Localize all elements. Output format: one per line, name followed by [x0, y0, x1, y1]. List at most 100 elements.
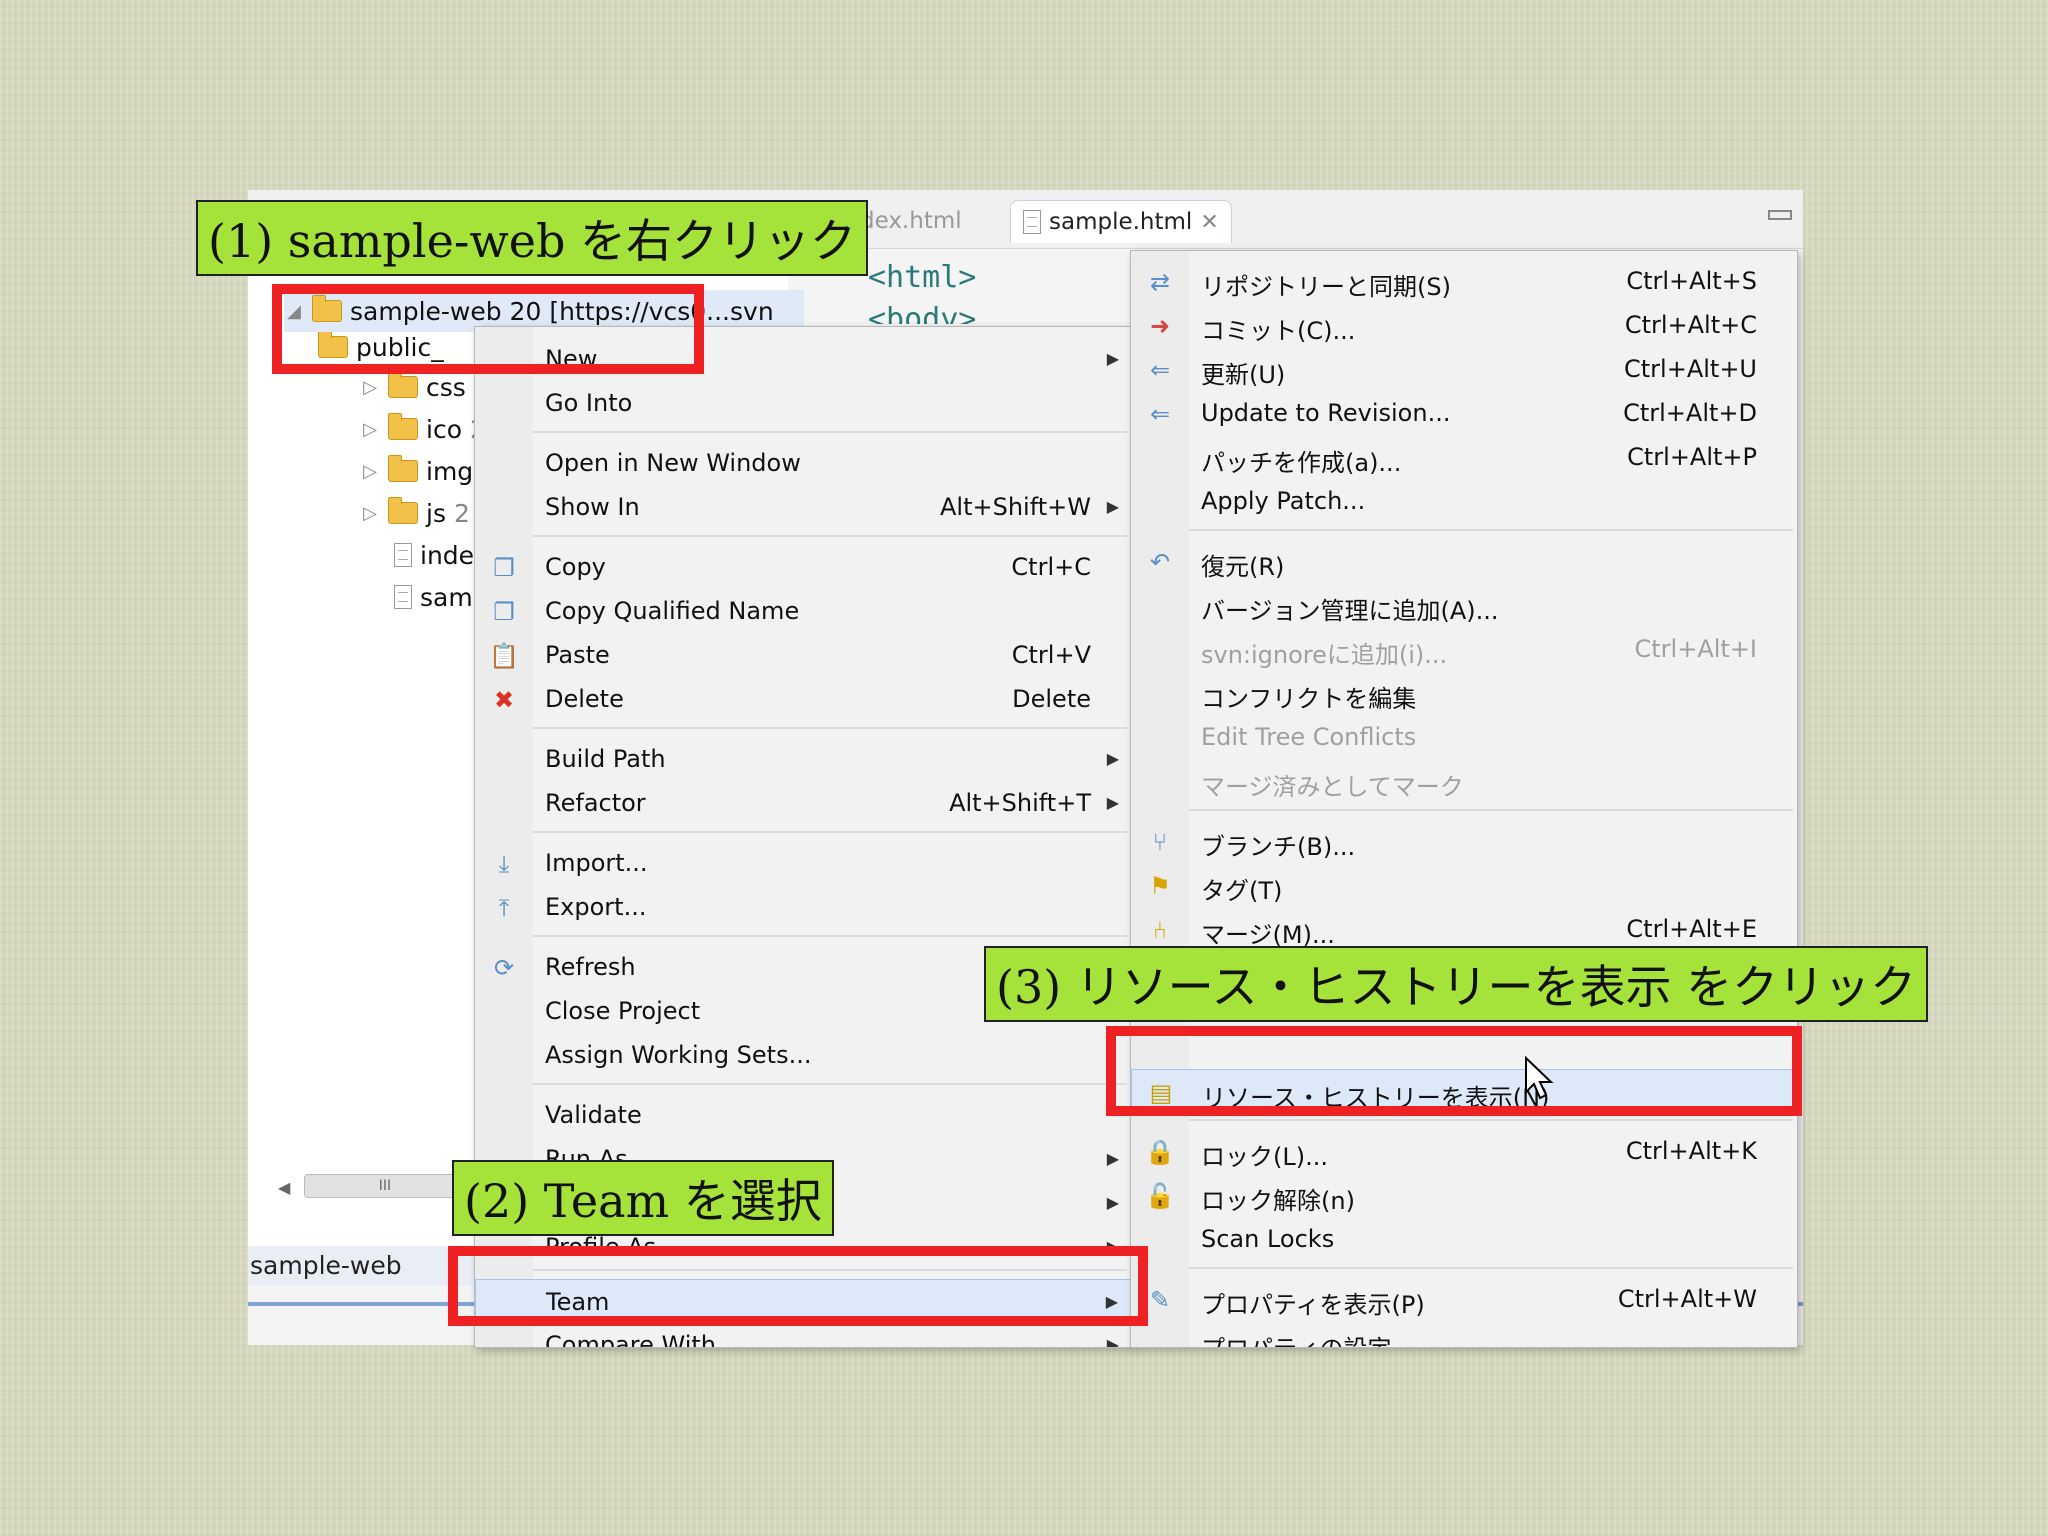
menu-item-open-in-new-window[interactable]: Open in New Window [475, 441, 1131, 485]
menu-item-shortcut: Ctrl+Alt+S [1626, 267, 1757, 295]
menu-item-validate[interactable]: Validate [475, 1093, 1131, 1137]
menu-item-refactor[interactable]: Refactor Alt+Shift+T ▶ [475, 781, 1131, 825]
menu-item-a[interactable]: バージョン管理に追加(A)... [1131, 583, 1797, 627]
tree-item-img[interactable]: ▷ img [360, 450, 473, 492]
callout-step1: (1) sample-web を右クリック [196, 200, 869, 276]
menu-item-delete[interactable]: ✖ Delete Delete [475, 677, 1131, 721]
tree-item-ico[interactable]: ▷ ico 2 [360, 408, 486, 450]
menu-item-assign-working-sets[interactable]: Assign Working Sets... [475, 1033, 1131, 1077]
menu-item-item[interactable]: コンフリクトを編集 [1131, 671, 1797, 715]
menu-item-b[interactable]: ⑂ ブランチ(B)... [1131, 819, 1797, 863]
menu-item-shortcut: Ctrl+Alt+C [1624, 311, 1757, 339]
menu-item-svn-ignore-i: svn:ignoreに追加(i)... Ctrl+Alt+I [1131, 627, 1797, 671]
tab-label: sample.html [1049, 209, 1193, 235]
submenu-arrow-icon: ▶ [1106, 1335, 1119, 1348]
menu-item-label: ブランチ(B)... [1201, 833, 1356, 861]
menu-item-build-path[interactable]: Build Path ▶ [475, 737, 1131, 781]
export-icon: ⤒ [498, 894, 510, 922]
menu-item-copy-qualified-name[interactable]: ❐ Copy Qualified Name [475, 589, 1131, 633]
properties-icon: ✎ [1149, 1286, 1171, 1314]
menu-item-apply-patch[interactable]: Apply Patch... [1131, 479, 1797, 523]
menu-item-p[interactable]: ✎ プロパティを表示(P) Ctrl+Alt+W [1131, 1277, 1797, 1321]
menu-separator [533, 727, 1127, 729]
folder-icon [388, 497, 418, 524]
menu-item-a[interactable]: パッチを作成(a)... Ctrl+Alt+P [1131, 435, 1797, 479]
menu-item-label: パッチを作成(a)... [1201, 449, 1402, 477]
menu-item-scan-locks[interactable]: Scan Locks [1131, 1217, 1797, 1261]
menu-item-c[interactable]: ➜ コミット(C)... Ctrl+Alt+C [1131, 303, 1797, 347]
folder-icon [388, 413, 418, 440]
menu-item-copy[interactable]: ❐ Copy Ctrl+C [475, 545, 1131, 589]
menu-separator [533, 935, 1127, 937]
menu-item-import[interactable]: ⤓ Import... [475, 841, 1131, 885]
menu-item-label: Import... [545, 849, 648, 877]
menu-item-shortcut: Alt+Shift+W [940, 493, 1091, 521]
menu-item-n[interactable]: 🔓 ロック解除(n) [1131, 1173, 1797, 1217]
revision-label: 2 [453, 498, 470, 528]
menu-item-label: Go Into [545, 389, 633, 417]
menu-item-shortcut: Ctrl+C [1011, 553, 1091, 581]
menu-item-label: Open in New Window [545, 449, 801, 477]
collapse-icon[interactable]: ▷ [360, 461, 380, 482]
menu-separator [1189, 1267, 1793, 1269]
menu-item-label: プロパティを表示(P) [1201, 1291, 1425, 1319]
horizontal-scrollbar[interactable]: III [304, 1174, 466, 1198]
menu-item-go-into[interactable]: Go Into [475, 381, 1131, 425]
menu-item-label: コミット(C)... [1201, 317, 1356, 345]
menu-item-shortcut: Alt+Shift+T [949, 789, 1091, 817]
tag-icon: ⚑ [1149, 872, 1171, 900]
menu-item-show-in[interactable]: Show In Alt+Shift+W ▶ [475, 485, 1131, 529]
synchronize-icon: ⇄ [1149, 268, 1171, 296]
menu-separator [1189, 1119, 1793, 1121]
menu-separator [533, 431, 1127, 433]
tree-item-label: ico [426, 414, 462, 444]
merge-icon: ⑃ [1152, 916, 1168, 944]
submenu-arrow-icon: ▶ [1106, 497, 1119, 516]
menu-item-label: 復元(R) [1201, 553, 1285, 581]
copy-qualified-icon: ❐ [493, 598, 515, 626]
minimize-icon[interactable] [1768, 210, 1792, 220]
menu-item-label: Scan Locks [1201, 1225, 1335, 1253]
tree-item-index-file[interactable]: inde [394, 534, 474, 576]
menu-item-s[interactable]: ⇄ リポジトリーと同期(S) Ctrl+Alt+S [1131, 259, 1797, 303]
menu-item-label: svn:ignoreに追加(i)... [1201, 641, 1448, 669]
scroll-left-icon[interactable]: ◀ [278, 1178, 290, 1197]
submenu-arrow-icon: ▶ [1106, 749, 1119, 768]
tree-item-label: js [426, 498, 446, 528]
highlight-team [448, 1246, 1148, 1326]
menu-item-u[interactable]: ⇐ 更新(U) Ctrl+Alt+U [1131, 347, 1797, 391]
menu-item-compare-with[interactable]: Compare With ▶ [475, 1323, 1131, 1348]
menu-item-label: Apply Patch... [1201, 487, 1366, 515]
menu-item-shortcut: Ctrl+Alt+D [1623, 399, 1757, 427]
tree-item-label: img [426, 456, 474, 486]
tree-item-sample-file[interactable]: sam [394, 576, 473, 618]
menu-separator [533, 1083, 1127, 1085]
menu-item-label: リポジトリーと同期(S) [1201, 273, 1451, 301]
menu-item-r[interactable]: ↶ 復元(R) [1131, 539, 1797, 583]
menu-item-item[interactable]: プロパティの設定 [1131, 1321, 1797, 1347]
menu-item-label: Edit Tree Conflicts [1201, 723, 1417, 751]
collapse-icon[interactable]: ▷ [360, 419, 380, 440]
tree-item-js[interactable]: ▷ js 2 [360, 492, 470, 534]
tab-sample-html[interactable]: sample.html ✕ [1010, 200, 1232, 243]
menu-item-label: タグ(T) [1201, 877, 1283, 905]
menu-item-label: Copy Qualified Name [545, 597, 800, 625]
menu-item-m[interactable]: ⑃ マージ(M)... Ctrl+Alt+E [1131, 907, 1797, 951]
menu-item-l[interactable]: 🔒 ロック(L)... Ctrl+Alt+K [1131, 1129, 1797, 1173]
menu-item-export[interactable]: ⤒ Export... [475, 885, 1131, 929]
menu-item-label: Refresh [545, 953, 636, 981]
delete-icon: ✖ [493, 686, 515, 714]
branch-icon: ⑂ [1152, 828, 1168, 856]
menu-item-shortcut: Ctrl+Alt+I [1634, 635, 1758, 663]
collapse-icon[interactable]: ▷ [360, 377, 380, 398]
paste-icon: 📋 [489, 642, 519, 670]
menu-item-item: マージ済みとしてマーク [1131, 759, 1797, 803]
menu-item-update-to-revision[interactable]: ⇐ Update to Revision... Ctrl+Alt+D [1131, 391, 1797, 435]
menu-item-t[interactable]: ⚑ タグ(T) [1131, 863, 1797, 907]
html-file-icon [394, 585, 412, 609]
menu-item-paste[interactable]: 📋 Paste Ctrl+V [475, 633, 1131, 677]
collapse-icon[interactable]: ▷ [360, 503, 380, 524]
close-icon[interactable]: ✕ [1200, 210, 1218, 235]
menu-item-label: バージョン管理に追加(A)... [1201, 597, 1499, 625]
menu-item-label: Show In [545, 493, 640, 521]
